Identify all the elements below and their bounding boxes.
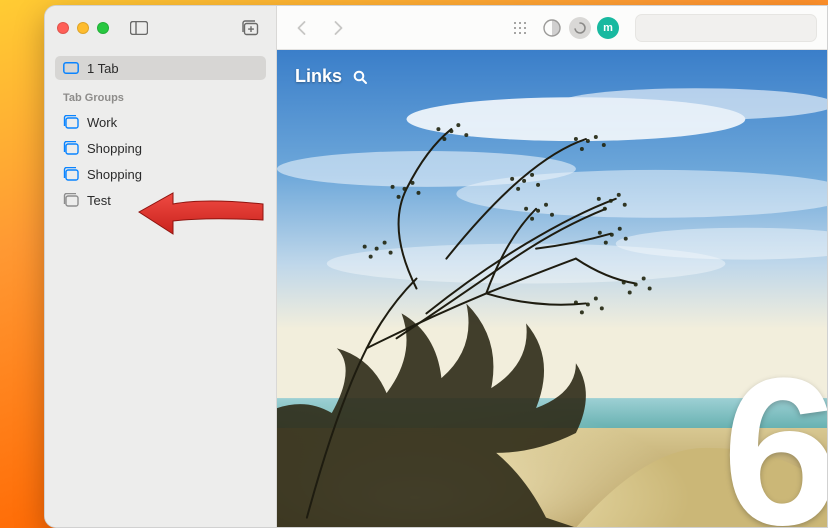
- window-minimize-button[interactable]: [77, 22, 89, 34]
- back-button[interactable]: [287, 15, 317, 41]
- safari-sidebar: 1 Tab Tab Groups Work Shopping Shopping: [45, 6, 277, 527]
- tab-group-label: Shopping: [87, 141, 142, 156]
- sidebar-current-tab-label: 1 Tab: [87, 61, 119, 76]
- hero-glyph: 6: [722, 347, 827, 527]
- tab-group-icon: [63, 166, 79, 182]
- profile-avatar-initial: m: [603, 22, 613, 34]
- links-menu[interactable]: Links: [295, 66, 368, 87]
- tab-group-test[interactable]: Test: [55, 188, 266, 212]
- tab-group-icon: [63, 192, 79, 208]
- page-content: Links 6: [277, 50, 827, 527]
- sidebar-current-tab-row[interactable]: 1 Tab: [55, 56, 266, 80]
- address-bar[interactable]: [635, 14, 817, 42]
- search-icon[interactable]: [352, 69, 368, 85]
- tab-group-work[interactable]: Work: [55, 110, 266, 134]
- toolbar: m: [277, 6, 827, 50]
- tab-group-label: Test: [87, 193, 111, 208]
- links-label: Links: [295, 66, 342, 87]
- privacy-report-button[interactable]: [541, 17, 563, 39]
- tab-group-icon: [63, 140, 79, 156]
- tab-group-label: Shopping: [87, 167, 142, 182]
- profile-avatar[interactable]: m: [597, 17, 619, 39]
- sidebar-titlebar: [45, 6, 276, 50]
- tab-group-shopping-2[interactable]: Shopping: [55, 162, 266, 186]
- window-traffic-lights: [57, 22, 109, 34]
- tab-group-label: Work: [87, 115, 117, 130]
- new-tab-group-button[interactable]: [236, 17, 264, 39]
- start-page-grid-button[interactable]: [505, 15, 535, 41]
- tab-group-icon: [63, 114, 79, 130]
- window-zoom-button[interactable]: [97, 22, 109, 34]
- sidebar-section-label: Tab Groups: [55, 82, 266, 108]
- main-panel: m: [277, 6, 827, 527]
- tab-group-shopping-1[interactable]: Shopping: [55, 136, 266, 160]
- extensions-button[interactable]: [569, 17, 591, 39]
- safari-window: 1 Tab Tab Groups Work Shopping Shopping: [44, 5, 828, 528]
- toggle-sidebar-button[interactable]: [125, 17, 153, 39]
- window-close-button[interactable]: [57, 22, 69, 34]
- tab-icon: [63, 60, 79, 76]
- forward-button[interactable]: [323, 15, 353, 41]
